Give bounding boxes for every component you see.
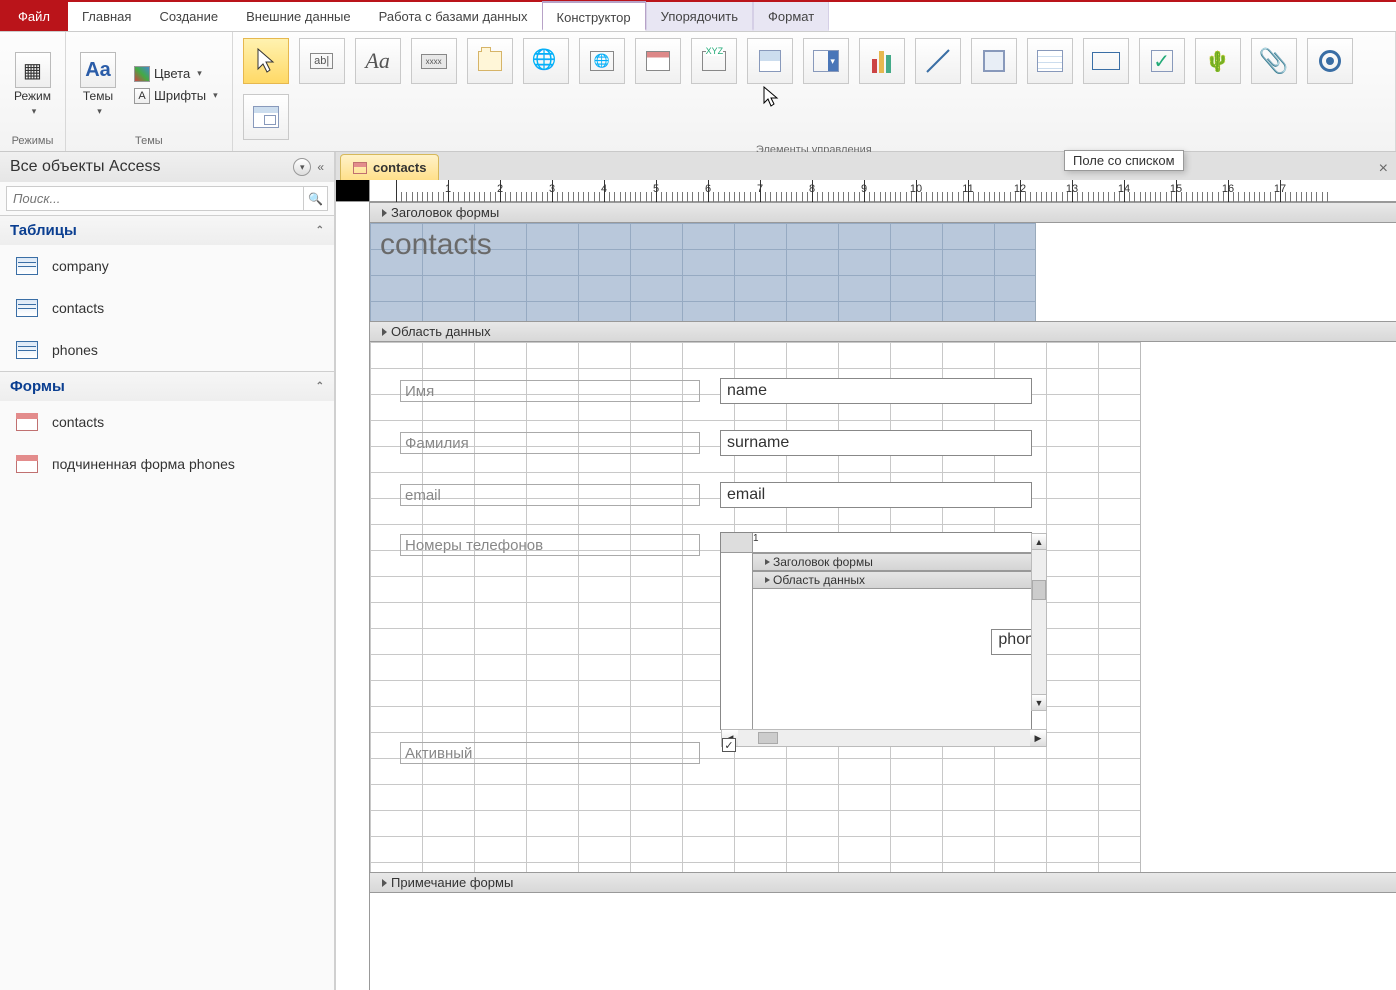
control-combobox-icon[interactable]: ▾ [803,38,849,84]
nav-item-form-phones[interactable]: подчиненная форма phones [0,443,334,485]
group-label-modes: Режимы [12,133,54,149]
collapse-icon[interactable]: ⌃ [316,225,324,236]
control-line-icon[interactable] [915,38,961,84]
subform-selector[interactable] [721,533,753,553]
form-design-area: contacts Поле со списком × 1234567891011… [336,152,1396,990]
tooltip-combobox: Поле со списком [1064,150,1184,171]
subform-vscrollbar[interactable]: ▲▼ [1031,533,1047,711]
nav-group-forms[interactable]: Формы⌃ [0,371,334,401]
ribbon-group-themes: Aa Темы Цвета A Шрифты Темы [66,32,233,151]
navigation-pane: Все объекты Access ▾ « 🔍 Таблицы⌃ compan… [0,152,336,990]
nav-item-company[interactable]: company [0,245,334,287]
control-chart-icon[interactable] [859,38,905,84]
subform-section-detail[interactable]: Область данных [753,571,1031,589]
control-navigation-icon[interactable] [635,38,681,84]
control-webbrowser-icon[interactable]: 🌐 [579,38,625,84]
checkbox-active[interactable]: ✓ [722,738,736,752]
control-select-icon[interactable] [243,38,289,84]
close-button[interactable]: × [1371,158,1396,180]
nav-item-phones[interactable]: phones [0,329,334,371]
control-hyperlink-icon[interactable]: 🌐 [523,38,569,84]
subform-section-header[interactable]: Заголовок формы [753,553,1031,571]
nav-item-form-contacts[interactable]: contacts [0,401,334,443]
control-checkbox-icon[interactable]: ✓ [1139,38,1185,84]
section-detail[interactable]: Область данных [370,321,1396,342]
ruler-selector[interactable] [336,180,370,201]
tab-external-data[interactable]: Внешние данные [232,2,365,31]
field-surname[interactable]: surname [720,430,1032,456]
tab-format[interactable]: Формат [753,2,829,31]
label-surname[interactable]: Фамилия [400,432,700,454]
control-textbox-icon[interactable]: ab| [299,38,345,84]
section-form-header[interactable]: Заголовок формы [370,202,1396,223]
control-label-icon[interactable]: Aa [355,38,401,84]
label-name[interactable]: Имя [400,380,700,402]
form-icon [16,413,38,431]
collapse-icon[interactable]: ⌃ [316,381,324,392]
control-listbox-icon[interactable] [1027,38,1073,84]
file-tab[interactable]: Файл [0,2,68,31]
control-unbound-icon[interactable]: 🌵 [1195,38,1241,84]
control-optiongroup-icon[interactable]: XYZ [691,38,737,84]
horizontal-ruler[interactable]: 1234567891011121314151617 [370,180,1396,201]
colors-button[interactable]: Цвета [128,64,224,84]
nav-collapse-button[interactable]: « [317,160,324,174]
control-rectangle-icon[interactable] [1083,38,1129,84]
field-email[interactable]: email [720,482,1032,508]
view-button[interactable]: ▦ Режим [8,48,57,120]
tab-design[interactable]: Конструктор [542,1,646,31]
control-button-icon[interactable]: xxxx [411,38,457,84]
control-subform-icon[interactable] [243,94,289,140]
group-label-themes: Темы [135,133,163,149]
search-input[interactable] [7,187,303,210]
subform-hruler[interactable]: 1234 [753,533,1031,553]
control-tab-icon[interactable] [467,38,513,84]
table-icon [16,257,38,275]
subform-hscrollbar[interactable]: ◀▶ [721,729,1047,747]
control-optionbutton-icon[interactable] [1307,38,1353,84]
nav-header[interactable]: Все объекты Access ▾ « [0,152,334,182]
form-icon [16,455,38,473]
colors-icon [134,66,150,82]
ribbon-group-controls: ab| Aa xxxx 🌐 🌐 XYZ ▾ ✓ 🌵 📎 Элементы упр… [233,32,1396,151]
control-pagebreak-icon[interactable] [747,38,793,84]
tab-create[interactable]: Создание [145,2,232,31]
field-name[interactable]: name [720,378,1032,404]
control-togglebutton-icon[interactable] [971,38,1017,84]
nav-search: 🔍 [6,186,328,211]
table-icon [16,341,38,359]
ribbon-group-modes: ▦ Режим Режимы [0,32,66,151]
ribbon-body: ▦ Режим Режимы Aa Темы Цвета A Шрифты [0,32,1396,152]
doc-tab-contacts[interactable]: contacts [340,154,439,180]
subform-field-phone[interactable]: phon [991,629,1031,655]
themes-icon: Aa [80,52,116,88]
subform-vruler[interactable] [721,553,753,729]
form-title-label[interactable]: contacts [374,227,498,263]
fonts-icon: A [134,88,150,104]
ribbon-tabs: Файл Главная Создание Внешние данные Раб… [0,2,1396,32]
form-view-icon: ▦ [15,52,51,88]
subform-phones[interactable]: 1234 Заголовок формы Область данных phon [720,532,1032,730]
label-active[interactable]: Активный [400,742,700,764]
design-canvas[interactable]: Заголовок формы contacts Область данных … [370,202,1396,990]
table-icon [16,299,38,317]
search-icon[interactable]: 🔍 [303,187,327,210]
section-form-footer[interactable]: Примечание формы [370,872,1396,893]
fonts-button[interactable]: A Шрифты [128,86,224,106]
control-attachment-icon[interactable]: 📎 [1251,38,1297,84]
nav-menu-button[interactable]: ▾ [293,158,311,176]
nav-group-tables[interactable]: Таблицы⌃ [0,215,334,245]
nav-item-contacts[interactable]: contacts [0,287,334,329]
themes-button[interactable]: Aa Темы [74,48,122,120]
tab-database-tools[interactable]: Работа с базами данных [365,2,542,31]
tab-arrange[interactable]: Упорядочить [646,2,753,31]
label-phones[interactable]: Номеры телефонов [400,534,700,556]
vertical-ruler[interactable] [336,202,370,990]
label-email[interactable]: email [400,484,700,506]
form-icon [353,162,367,174]
tab-home[interactable]: Главная [68,2,145,31]
document-tabs: contacts Поле со списком × [336,152,1396,180]
